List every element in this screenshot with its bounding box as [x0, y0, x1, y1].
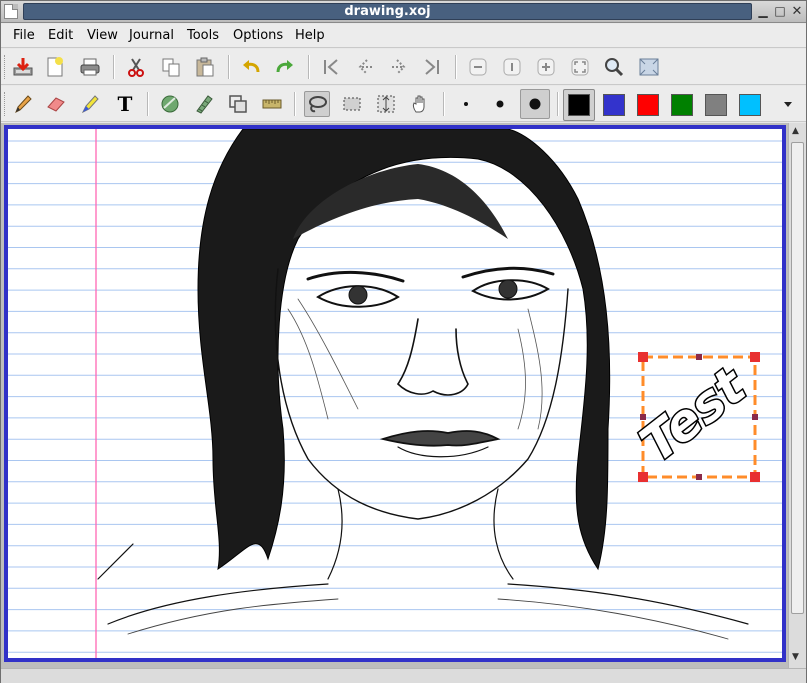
- horizontal-scrollbar[interactable]: [1, 668, 806, 683]
- resize-handle[interactable]: [696, 474, 702, 480]
- cut-icon[interactable]: [123, 54, 149, 80]
- window-menu-icon[interactable]: [4, 4, 18, 19]
- journal-page[interactable]: Test: [4, 125, 786, 662]
- page-width-icon[interactable]: [636, 54, 662, 80]
- menu-tools[interactable]: Tools: [187, 28, 219, 43]
- selection-box[interactable]: Test: [628, 352, 760, 482]
- resize-handle[interactable]: [638, 352, 648, 362]
- thin-dot-icon[interactable]: [453, 91, 479, 117]
- default-tools-icon[interactable]: [225, 91, 251, 117]
- color-gray-swatch[interactable]: [705, 94, 727, 116]
- separator: [228, 55, 230, 79]
- menu-options[interactable]: Options: [233, 28, 283, 43]
- paste-icon[interactable]: [192, 54, 218, 80]
- selected-text: Test: [630, 356, 758, 474]
- menu-bar: File Edit View Journal Tools Options Hel…: [1, 24, 806, 48]
- window-title: drawing.xoj: [344, 4, 431, 19]
- toolbar-grip[interactable]: [4, 92, 7, 116]
- find-icon[interactable]: [601, 54, 627, 80]
- toolbar-grip[interactable]: [4, 55, 7, 79]
- resize-handle[interactable]: [752, 414, 758, 420]
- print-icon[interactable]: [77, 54, 103, 80]
- menu-journal[interactable]: Journal: [129, 28, 174, 43]
- save-icon[interactable]: [10, 54, 36, 80]
- pen-icon[interactable]: [10, 91, 36, 117]
- last-page-icon[interactable]: [419, 54, 445, 80]
- title-bar: drawing.xoj ▁ □ ✕: [1, 1, 806, 23]
- redo-icon[interactable]: [272, 54, 298, 80]
- title-strip[interactable]: drawing.xoj: [23, 3, 752, 20]
- fullscreen-icon[interactable]: [567, 54, 593, 80]
- resize-handle[interactable]: [750, 472, 760, 482]
- canvas-area[interactable]: Test: [1, 123, 788, 668]
- zoom-in-icon[interactable]: [533, 54, 559, 80]
- zoom-out-icon[interactable]: [465, 54, 491, 80]
- close-icon[interactable]: ✕: [789, 4, 805, 19]
- separator: [113, 55, 115, 79]
- hand-icon[interactable]: [407, 91, 433, 117]
- resize-handle[interactable]: [696, 354, 702, 360]
- menu-edit[interactable]: Edit: [48, 28, 73, 43]
- shape-recognizer-icon[interactable]: [157, 91, 183, 117]
- eraser-icon[interactable]: [43, 91, 69, 117]
- vertical-scrollbar[interactable]: ▲ ▼: [788, 123, 806, 668]
- scroll-down-icon[interactable]: ▼: [792, 652, 799, 662]
- color-lightblue-swatch[interactable]: [739, 94, 761, 116]
- main-toolbar: [1, 49, 806, 85]
- separator: [443, 92, 445, 116]
- select-rect-icon[interactable]: [339, 91, 365, 117]
- tools-toolbar: T: [1, 86, 806, 122]
- scrollbar-thumb[interactable]: [791, 142, 804, 614]
- text-icon[interactable]: T: [112, 91, 138, 117]
- separator: [557, 92, 559, 116]
- color-red-swatch[interactable]: [637, 94, 659, 116]
- app-window: drawing.xoj ▁ □ ✕ File Edit View Journal…: [0, 0, 807, 683]
- color-blue-swatch[interactable]: [603, 94, 625, 116]
- resize-handle[interactable]: [750, 352, 760, 362]
- ruled-lines: [8, 140, 782, 653]
- minimize-icon[interactable]: ▁: [755, 4, 771, 19]
- thick-dot-icon[interactable]: [520, 89, 550, 119]
- next-page-icon[interactable]: [386, 54, 412, 80]
- page-drawing[interactable]: Test: [8, 129, 782, 658]
- toolbar-overflow-arrow-icon[interactable]: [777, 91, 799, 117]
- separator: [294, 92, 296, 116]
- maximize-icon[interactable]: □: [772, 4, 788, 19]
- previous-page-icon[interactable]: [352, 54, 378, 80]
- resize-handle[interactable]: [638, 472, 648, 482]
- separator: [455, 55, 457, 79]
- separator: [147, 92, 149, 116]
- settings-icon[interactable]: [259, 91, 285, 117]
- medium-dot-icon[interactable]: [487, 91, 513, 117]
- face-sketch: [97, 129, 749, 640]
- undo-icon[interactable]: [238, 54, 264, 80]
- color-green-swatch[interactable]: [671, 94, 693, 116]
- menu-view[interactable]: View: [87, 28, 118, 43]
- select-lasso-icon[interactable]: [304, 91, 330, 117]
- zoom-normal-icon[interactable]: [499, 54, 525, 80]
- new-page-icon[interactable]: [42, 54, 68, 80]
- color-black-swatch[interactable]: [568, 94, 590, 116]
- menu-help[interactable]: Help: [295, 28, 325, 43]
- copy-icon[interactable]: [158, 54, 184, 80]
- first-page-icon[interactable]: [318, 54, 344, 80]
- separator: [308, 55, 310, 79]
- vertical-space-icon[interactable]: [373, 91, 399, 117]
- menu-file[interactable]: File: [13, 28, 35, 43]
- highlighter-icon[interactable]: [77, 91, 103, 117]
- scroll-up-icon[interactable]: ▲: [792, 126, 799, 136]
- ruler-icon[interactable]: [191, 91, 217, 117]
